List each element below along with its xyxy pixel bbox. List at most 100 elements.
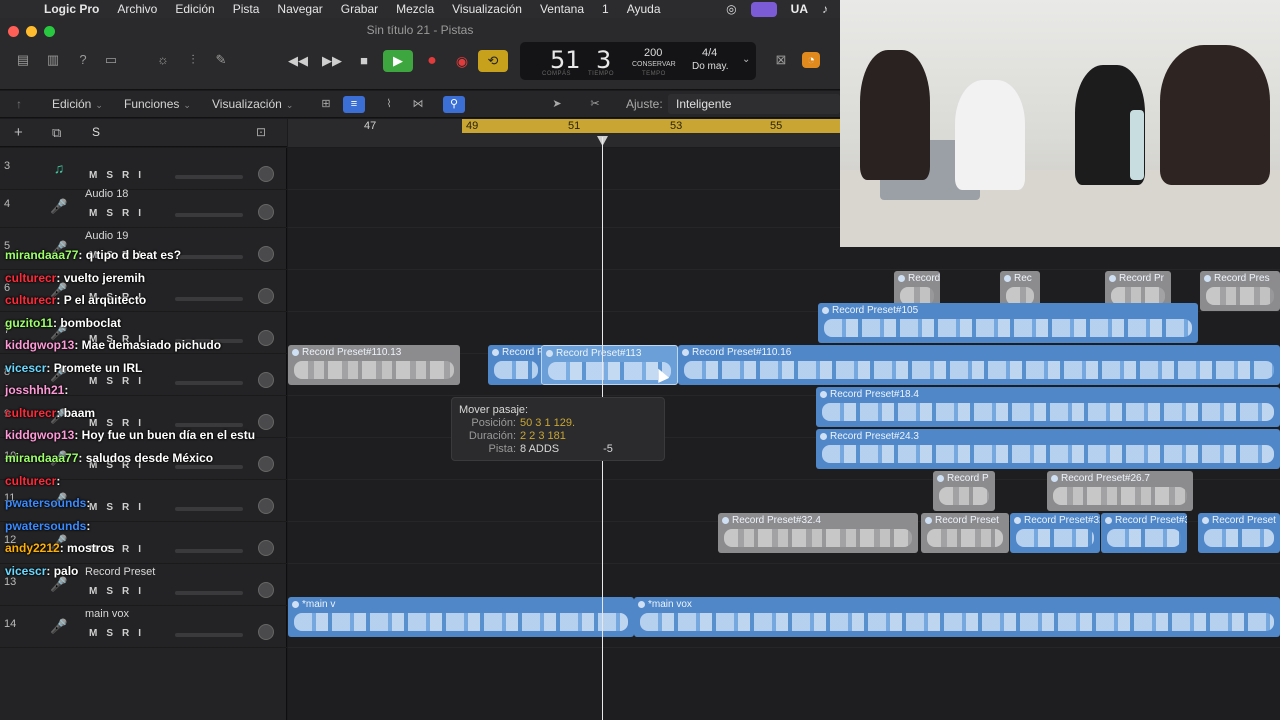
volume-fader[interactable] [175, 381, 243, 385]
smart-controls-icon[interactable]: ☼ [154, 52, 172, 68]
input-monitor-button[interactable]: I [138, 170, 141, 181]
flex-icon[interactable]: ⋈ [407, 96, 429, 113]
input-monitor-button[interactable]: I [138, 208, 141, 219]
volume-fader[interactable] [175, 465, 243, 469]
duplicate-track-icon[interactable]: ⧉ [52, 125, 61, 141]
input-monitor-button[interactable]: I [138, 586, 141, 597]
grid-view-icon[interactable]: ⊞ [315, 96, 337, 113]
count-in-icon[interactable]: ⊠ [772, 52, 790, 68]
input-source[interactable]: UA [791, 2, 808, 16]
menu-view[interactable]: Visualización [452, 2, 522, 16]
list-view-icon[interactable]: ≡ [343, 96, 365, 113]
edit-menu[interactable]: Edición ⌄ [52, 97, 103, 111]
volume-fader[interactable] [175, 255, 243, 259]
audio-region[interactable]: *main v [288, 597, 634, 637]
menu-navigate[interactable]: Navegar [277, 2, 322, 16]
track-name[interactable]: Record Preset [85, 566, 155, 578]
record-enable-button[interactable]: R [122, 502, 129, 513]
bar-ruler[interactable]: 47 49 51 53 55 [288, 119, 840, 147]
volume-fader[interactable] [175, 549, 243, 553]
solo-button[interactable]: S [106, 502, 113, 513]
solo-button[interactable]: S [106, 376, 113, 387]
library-icon[interactable]: ▤ [14, 52, 32, 68]
metronome-icon[interactable]: ◔ [802, 52, 820, 68]
forward-button[interactable]: ▶▶ [322, 50, 342, 72]
mute-button[interactable]: M [89, 586, 97, 597]
audio-region[interactable]: Record Preset#110.13 [288, 345, 460, 385]
mute-button[interactable]: M [89, 376, 97, 387]
audio-region[interactable]: Record Preset#26.7 [1047, 471, 1193, 511]
mute-button[interactable]: M [89, 170, 97, 181]
pan-knob[interactable] [258, 372, 274, 388]
lcd-time-signature[interactable]: 4/4 [702, 47, 717, 59]
input-monitor-button[interactable]: I [138, 502, 141, 513]
screen-mirroring-icon[interactable] [750, 1, 777, 17]
lcd-key[interactable]: Do may. [692, 61, 729, 72]
play-button[interactable]: ▶ [383, 50, 413, 72]
music-icon[interactable]: ♪ [822, 2, 828, 16]
audio-region[interactable]: Record Preset#110.16 [678, 345, 1280, 385]
pan-knob[interactable] [258, 204, 274, 220]
view-menu[interactable]: Visualización ⌄ [212, 97, 293, 111]
replace-record-icon[interactable]: ◉ [452, 50, 472, 72]
lcd-display[interactable]: 51 3 COMPÁS TIEMPO 200 CONSERVAR TEMPO 4… [520, 42, 756, 80]
solo-button[interactable]: S [106, 628, 113, 639]
audio-region[interactable]: Record Preset#3 [1101, 513, 1187, 553]
audio-region[interactable]: Record P [933, 471, 995, 511]
snap-icon[interactable]: ⚲ [443, 96, 465, 113]
stop-button[interactable]: ■ [356, 50, 372, 72]
menu-file[interactable]: Archivo [117, 2, 157, 16]
track-name[interactable]: main vox [85, 608, 129, 620]
global-solo-button[interactable]: S [92, 125, 100, 139]
record-enable-button[interactable]: R [122, 170, 129, 181]
lcd-chevron-down-icon[interactable]: ⌄ [742, 54, 750, 65]
audio-region[interactable]: Record Preset#24.3 [816, 429, 1280, 469]
record-enable-button[interactable]: R [122, 628, 129, 639]
pointer-tool-icon[interactable]: ➤ [546, 96, 568, 113]
track-name[interactable]: Audio 19 [85, 230, 128, 242]
audio-region[interactable]: Record Pre [488, 345, 544, 385]
record-enable-button[interactable]: R [122, 376, 129, 387]
menu-record[interactable]: Grabar [341, 2, 378, 16]
menu-mix[interactable]: Mezcla [396, 2, 434, 16]
volume-fader[interactable] [175, 507, 243, 511]
audio-region[interactable]: Record Preset#32. [1010, 513, 1100, 553]
menu-edit[interactable]: Edición [175, 2, 214, 16]
add-track-icon[interactable]: + [14, 124, 23, 141]
mute-button[interactable]: M [89, 208, 97, 219]
audio-region[interactable]: Record Preset#105 [818, 303, 1198, 343]
lcd-tempo[interactable]: 200 [644, 47, 662, 59]
menu-window[interactable]: Ventana [540, 2, 584, 16]
cycle-button[interactable]: ⟲ [478, 50, 508, 72]
volume-fader[interactable] [175, 633, 243, 637]
record-enable-button[interactable]: R [122, 544, 129, 555]
pan-knob[interactable] [258, 246, 274, 262]
volume-fader[interactable] [175, 297, 243, 301]
solo-button[interactable]: S [106, 586, 113, 597]
audio-region[interactable]: Record Preset [1198, 513, 1280, 553]
rewind-button[interactable]: ◀◀ [288, 50, 308, 72]
track-header[interactable]: 3 ♫ M S R I [0, 148, 287, 190]
audio-region[interactable]: *main vox [634, 597, 1280, 637]
input-monitor-button[interactable]: I [138, 544, 141, 555]
pan-knob[interactable] [258, 582, 274, 598]
catch-icon[interactable]: ↑ [16, 97, 22, 111]
audio-region[interactable]: Record Preset [921, 513, 1009, 553]
mixer-icon[interactable]: ⫶ [184, 52, 202, 68]
lcd-tempo-mode[interactable]: CONSERVAR [632, 61, 676, 68]
volume-fader[interactable] [175, 591, 243, 595]
pan-knob[interactable] [258, 330, 274, 346]
volume-fader[interactable] [175, 213, 243, 217]
record-enable-button[interactable]: R [122, 586, 129, 597]
volume-fader[interactable] [175, 423, 243, 427]
pan-knob[interactable] [258, 456, 274, 472]
pan-knob[interactable] [258, 288, 274, 304]
folder-icon[interactable]: ⊡ [256, 125, 266, 139]
track-header[interactable]: 14 🎤 main vox M S R I [0, 606, 287, 648]
editors-icon[interactable]: ✎ [212, 52, 230, 68]
snap-select[interactable]: Inteligente [668, 94, 840, 114]
functions-menu[interactable]: Funciones ⌄ [124, 97, 191, 111]
menu-track[interactable]: Pista [233, 2, 260, 16]
menu-app[interactable]: Logic Pro [44, 2, 99, 16]
pan-knob[interactable] [258, 624, 274, 640]
